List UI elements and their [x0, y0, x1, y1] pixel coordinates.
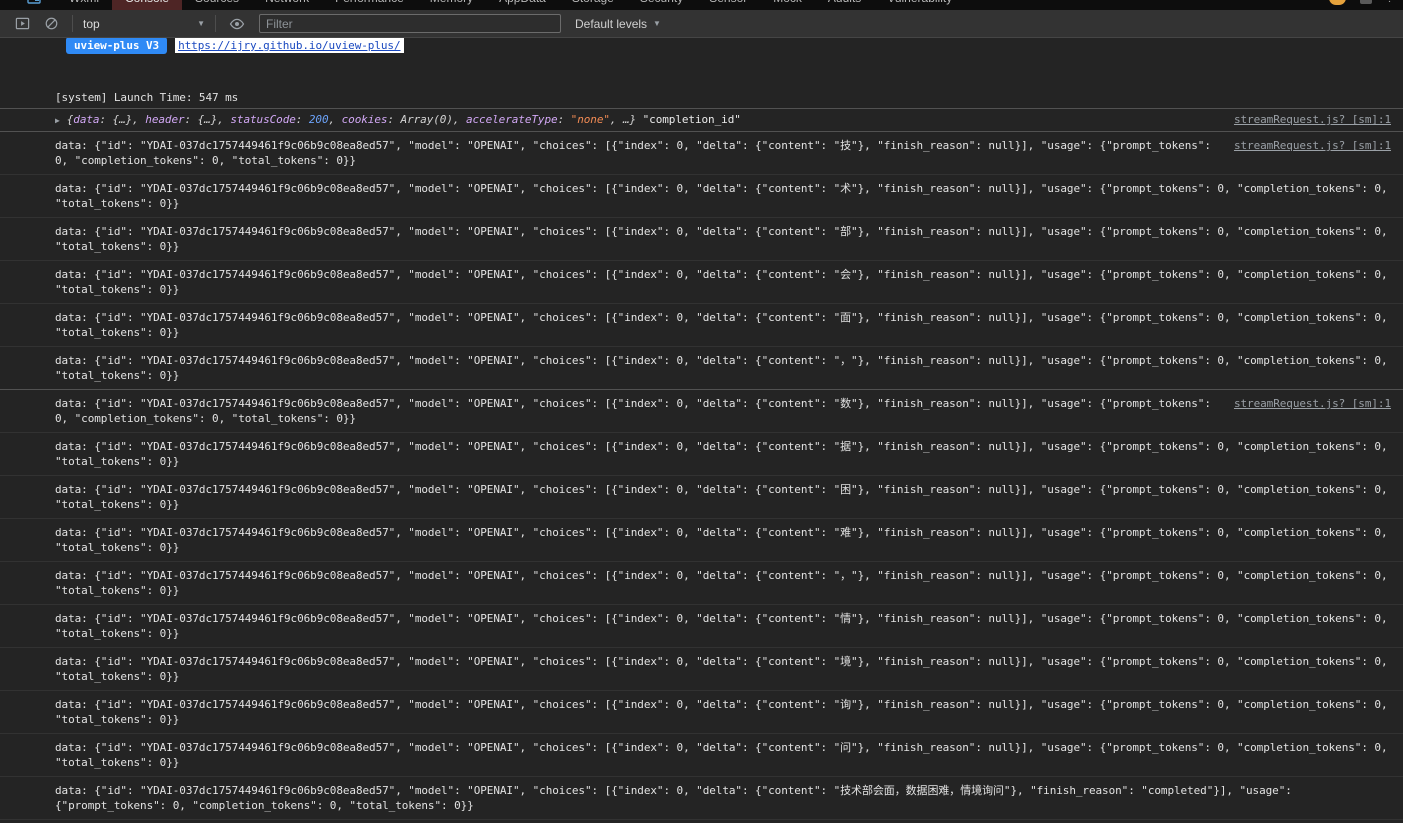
system-launch-message: [system] Launch Time: 547 ms — [55, 91, 239, 104]
console-log-row: data: {"id": "YDAI-037dc1757449461f9c06b… — [0, 647, 1403, 690]
tab-appdata[interactable]: AppData — [486, 0, 559, 10]
logged-string: "completion_id" — [636, 113, 741, 126]
log-message-text: data: {"id": "YDAI-037dc1757449461f9c06b… — [55, 784, 1299, 812]
uview-plus-link[interactable]: https://ijry.github.io/uview-plus/ — [175, 38, 404, 53]
source-location-link[interactable]: streamRequest.js? [sm]:1 — [1234, 138, 1391, 153]
tab-wxml[interactable]: Wxml — [56, 0, 112, 10]
context-label: top — [83, 16, 100, 31]
console-log-row: data: {"id": "YDAI-037dc1757449461f9c06b… — [0, 690, 1403, 733]
log-message-text: data: {"id": "YDAI-037dc1757449461f9c06b… — [55, 612, 1395, 640]
console-toolbar: top ▼ Default levels ▼ — [0, 10, 1403, 38]
tab-storage[interactable]: Storage — [559, 0, 627, 10]
chevron-down-icon: ▼ — [197, 19, 205, 28]
log-message-text: data: {"id": "YDAI-037dc1757449461f9c06b… — [55, 311, 1395, 339]
console-log-row: data: {"id": "YDAI-037dc1757449461f9c06b… — [0, 561, 1403, 604]
toolbar-separator — [72, 15, 73, 32]
console-system-row: [system] Launch Time: 547 ms — [0, 86, 1403, 108]
log-message-text: data: {"id": "YDAI-037dc1757449461f9c06b… — [55, 182, 1395, 210]
console-log-row-uview: uview-plus V3 https://ijry.github.io/uvi… — [0, 38, 1403, 58]
console-log-row: data: {"id": "YDAI-037dc1757449461f9c06b… — [0, 604, 1403, 647]
console-entries: streamRequest.js? [sm]:1 ▶ {data: {…}, hea… — [0, 108, 1403, 823]
tab-memory[interactable]: Memory — [417, 0, 486, 10]
object-preview: {data: {…}, header: {…}, statusCode: 200… — [66, 113, 637, 126]
live-expression-eye-icon[interactable] — [228, 15, 245, 32]
log-levels-label: Default levels — [575, 16, 648, 31]
log-message-text: data: {"id": "YDAI-037dc1757449461f9c06b… — [55, 483, 1395, 511]
source-location-link[interactable]: streamRequest.js? [sm]:1 — [1234, 112, 1391, 127]
console-log-row: data: [DONE] — [0, 819, 1403, 823]
console-log-row: data: {"id": "YDAI-037dc1757449461f9c06b… — [0, 475, 1403, 518]
log-message-text: data: {"id": "YDAI-037dc1757449461f9c06b… — [55, 655, 1395, 683]
console-log-row: data: {"id": "YDAI-037dc1757449461f9c06b… — [0, 518, 1403, 561]
console-log-row: streamRequest.js? [sm]:1 data: {"id": "YD… — [0, 131, 1403, 174]
clear-console-icon[interactable] — [43, 15, 60, 32]
devtools-window: WxmlConsoleSourcesNetworkPerformanceMemo… — [0, 0, 1403, 823]
console-log-row: data: {"id": "YDAI-037dc1757449461f9c06b… — [0, 733, 1403, 776]
tab-mock[interactable]: Mock — [760, 0, 815, 10]
uview-plus-version-badge: uview-plus V3 — [66, 38, 168, 54]
toolbar-separator — [215, 15, 216, 32]
tab-performance[interactable]: Performance — [322, 0, 417, 10]
console-log-row: data: {"id": "YDAI-037dc1757449461f9c06b… — [0, 174, 1403, 217]
log-message-text: data: {"id": "YDAI-037dc1757449461f9c06b… — [55, 741, 1395, 769]
devtools-tabs: WxmlConsoleSourcesNetworkPerformanceMemo… — [56, 0, 965, 10]
console-sidebar-icon[interactable] — [14, 15, 31, 32]
console-log-area: uview-plus V3 https://ijry.github.io/uvi… — [0, 38, 1403, 823]
console-log-row: data: {"id": "YDAI-037dc1757449461f9c06b… — [0, 776, 1403, 819]
log-message-text: data: {"id": "YDAI-037dc1757449461f9c06b… — [55, 397, 1218, 425]
help-icon[interactable]: ? — [1386, 0, 1393, 5]
tab-audits[interactable]: Audits — [815, 0, 874, 10]
source-location-link[interactable]: streamRequest.js? [sm]:1 — [1234, 396, 1391, 411]
console-log-row: data: {"id": "YDAI-037dc1757449461f9c06b… — [0, 346, 1403, 389]
tab-console[interactable]: Console — [112, 0, 183, 10]
devtools-tabbar: WxmlConsoleSourcesNetworkPerformanceMemo… — [0, 0, 1403, 10]
console-log-row: data: {"id": "YDAI-037dc1757449461f9c06b… — [0, 260, 1403, 303]
expand-triangle-icon[interactable]: ▶ — [55, 116, 60, 125]
tab-vulnerability[interactable]: Vulnerability — [874, 0, 965, 10]
console-object-row: streamRequest.js? [sm]:1 ▶ {data: {…}, hea… — [0, 108, 1403, 131]
console-log-row: data: {"id": "YDAI-037dc1757449461f9c06b… — [0, 432, 1403, 475]
tab-security[interactable]: Security — [627, 0, 696, 10]
notification-count: 1 — [1335, 0, 1341, 3]
settings-icon[interactable] — [1360, 0, 1373, 4]
log-levels-select[interactable]: Default levels ▼ — [575, 17, 661, 31]
dock-side-icon[interactable] — [26, 0, 42, 6]
filter-input[interactable] — [259, 14, 561, 33]
chevron-down-icon: ▼ — [653, 19, 661, 28]
console-log-row: streamRequest.js? [sm]:1 data: {"id": "YD… — [0, 389, 1403, 432]
tab-network[interactable]: Network — [252, 0, 322, 10]
console-log-row: data: {"id": "YDAI-037dc1757449461f9c06b… — [0, 303, 1403, 346]
log-message-text: data: {"id": "YDAI-037dc1757449461f9c06b… — [55, 569, 1395, 597]
log-message-text: data: {"id": "YDAI-037dc1757449461f9c06b… — [55, 698, 1395, 726]
tab-sources[interactable]: Sources — [182, 0, 252, 10]
log-message-text: data: {"id": "YDAI-037dc1757449461f9c06b… — [55, 440, 1395, 468]
console-log-row: data: {"id": "YDAI-037dc1757449461f9c06b… — [0, 217, 1403, 260]
javascript-context-select[interactable]: top ▼ — [79, 17, 209, 31]
log-message-text: data: {"id": "YDAI-037dc1757449461f9c06b… — [55, 354, 1395, 382]
log-message-text: data: {"id": "YDAI-037dc1757449461f9c06b… — [55, 139, 1218, 167]
log-message-text: data: {"id": "YDAI-037dc1757449461f9c06b… — [55, 268, 1395, 296]
tab-sensor[interactable]: Sensor — [696, 0, 760, 10]
notification-badge[interactable]: 1 — [1328, 0, 1347, 5]
log-message-text: data: {"id": "YDAI-037dc1757449461f9c06b… — [55, 225, 1395, 253]
console-blank-space — [0, 58, 1403, 86]
log-message-text: data: {"id": "YDAI-037dc1757449461f9c06b… — [55, 526, 1395, 554]
